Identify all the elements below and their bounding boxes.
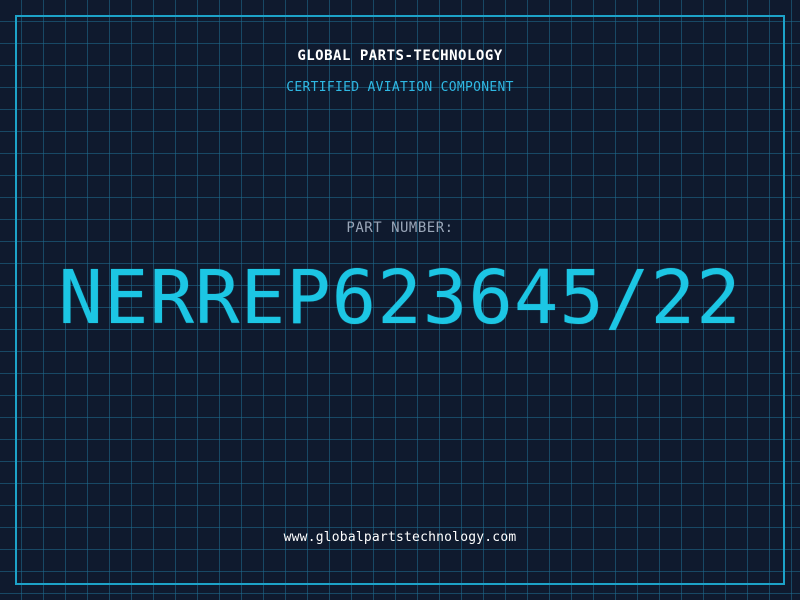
certification-tagline: CERTIFIED AVIATION COMPONENT [286, 80, 514, 95]
company-name: GLOBAL PARTS-TECHNOLOGY [297, 48, 503, 64]
part-number-value: NERREP623645/22 [58, 255, 742, 341]
part-label-card: GLOBAL PARTS-TECHNOLOGY CERTIFIED AVIATI… [0, 0, 800, 600]
part-number-label: PART NUMBER: [346, 220, 454, 236]
website-url: www.globalpartstechnology.com [283, 530, 517, 545]
